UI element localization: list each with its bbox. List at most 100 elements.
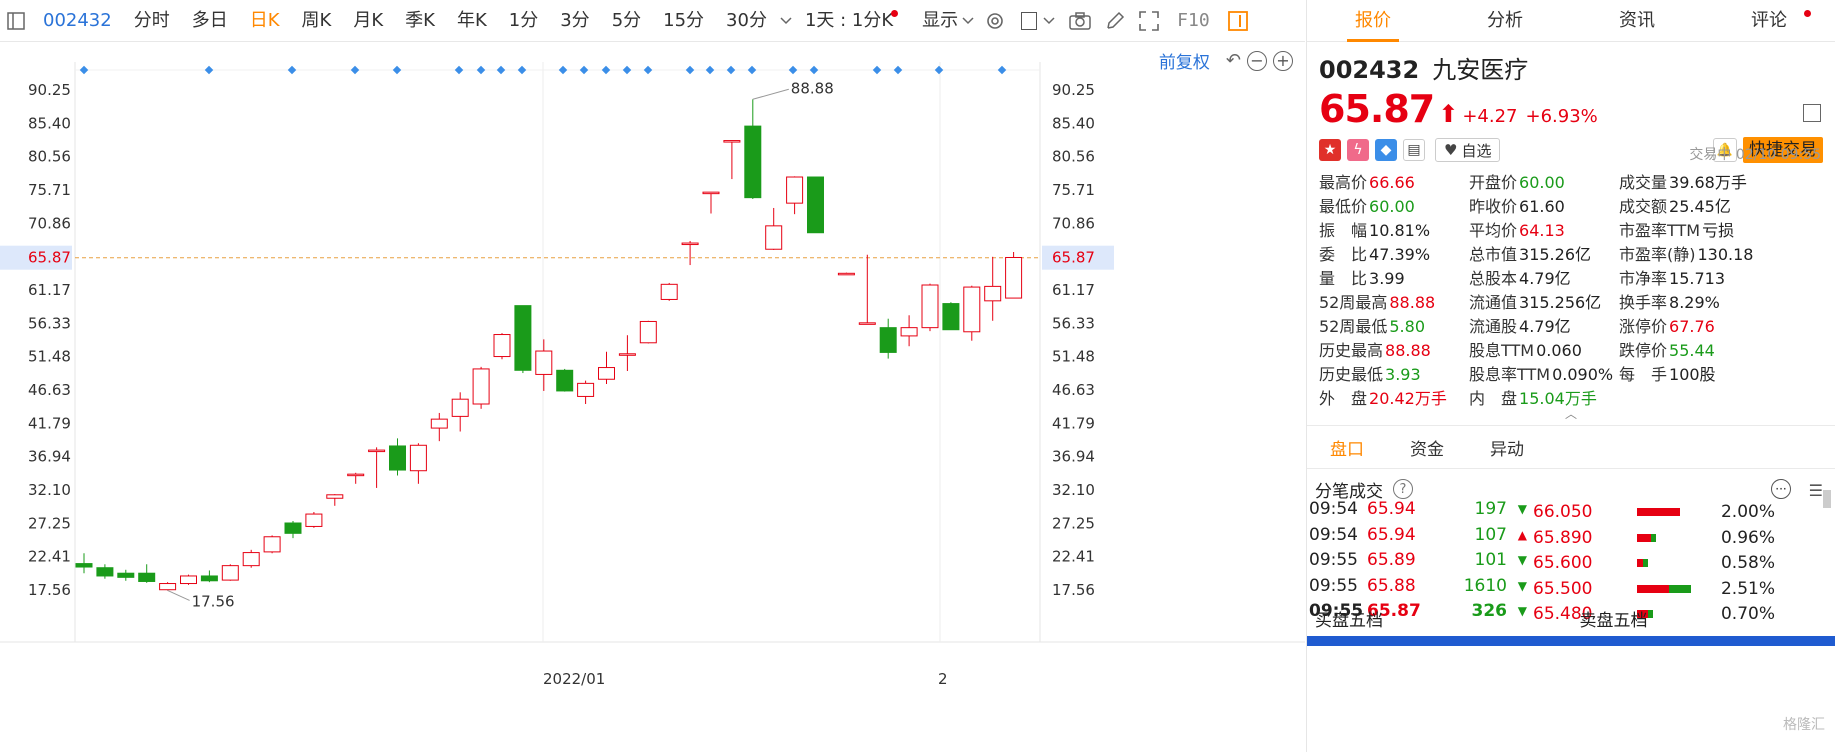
event-marker-icon (934, 65, 944, 75)
candle-body (96, 567, 114, 577)
order-bar-green (1643, 559, 1648, 567)
period-tab-1[interactable]: 多日 (181, 0, 239, 42)
quote-panel: 报价 分析 资讯 评论 002432 九安医疗 65.87 ⬆ +4.27 +6.93… (1306, 0, 1835, 752)
kline-svg[interactable]: 90.25 90.25 85.40 85.40 80.56 80.56 75.71 75.71… (0, 42, 1305, 752)
quote-cell: 内 盘 15.04万手 (1469, 389, 1619, 409)
period-tab-10[interactable]: 15分 (652, 0, 715, 42)
candle-body (744, 125, 762, 199)
kline-chart[interactable]: 90.25 90.25 85.40 85.40 80.56 80.56 75.71 75.71… (0, 42, 1305, 752)
zoom-in-icon[interactable]: + (1273, 50, 1293, 71)
stock-app: 002432 分时 多日 日K 周K 月K 季K 年K 1分 3分 5分 15分 30分 1天 : 1… (0, 0, 1835, 752)
period-tab-7[interactable]: 1分 (498, 0, 549, 42)
f10-button[interactable]: F10 (1166, 0, 1221, 42)
scrollbar[interactable] (1823, 490, 1831, 508)
tick-row: 09:54 65.94 197 ▼ (1307, 496, 1527, 522)
layout-icon[interactable] (1803, 104, 1821, 122)
period-tab-9[interactable]: 5分 (601, 0, 652, 42)
event-marker-icon (558, 65, 568, 75)
order-percent: 0.58% (1720, 553, 1775, 573)
quote-grid: 最高价 66.66 开盘价 60.00 成交量 39.68万手 最低价 60.00 昨收价 61.… (1307, 169, 1835, 409)
event-marker-icon (454, 65, 464, 75)
gear-icon[interactable] (978, 0, 1012, 42)
tick-direction-icon: ▼ (1517, 578, 1527, 593)
quote-value: 亏损 (1702, 221, 1735, 240)
pencil-icon[interactable] (1098, 0, 1132, 42)
event-marker-icon (893, 65, 903, 75)
quote-label: 市盈率TTM (1619, 221, 1701, 240)
order-row: 65.500 2.51% (1533, 576, 1833, 602)
y-tick-label-left: 41.79 (28, 414, 71, 432)
quote-value: 10.81% (1369, 221, 1431, 240)
quote-label: 昨收价 (1469, 197, 1518, 216)
candle-body (556, 369, 574, 392)
event-marker-icon (997, 65, 1007, 75)
up-arrow-icon: ⬆ (1438, 100, 1459, 128)
interval-combo[interactable]: 1天 : 1分K (794, 0, 911, 42)
period-tab-0[interactable]: 分时 (123, 0, 181, 42)
candle-body (786, 176, 804, 204)
panel-toggle-icon[interactable] (1221, 0, 1255, 42)
toolbar-stock-code[interactable]: 002432 (32, 0, 123, 42)
subtab-0[interactable]: 盘口 (1307, 435, 1387, 460)
subtab-2[interactable]: 异动 (1467, 435, 1547, 460)
candle-body (858, 322, 876, 325)
y-tick-label-right: 27.25 (1052, 514, 1095, 532)
period-list: 分时 多日 日K 周K 月K 季K 年K 1分 3分 5分 15分 30分 (123, 0, 778, 42)
y-tick-label-left: 85.40 (28, 114, 71, 132)
notice-dot (1804, 10, 1811, 17)
window-icon[interactable] (1012, 0, 1062, 42)
camera-icon[interactable] (1062, 0, 1098, 42)
sell-book-label[interactable]: 卖盘五档 (1572, 606, 1835, 636)
notice-dot (891, 9, 899, 17)
sidebar-toggle-icon[interactable] (0, 0, 32, 42)
candle-body (200, 575, 218, 582)
y-tick-label-right: 56.33 (1052, 314, 1095, 332)
tab-3[interactable]: 评论 (1703, 0, 1835, 41)
candle-body (879, 327, 897, 353)
add-watchlist-button[interactable]: ♥ 自选 (1435, 138, 1501, 162)
tab-0[interactable]: 报价 (1307, 0, 1439, 42)
chevron-down-icon[interactable] (962, 0, 978, 42)
quote-cell: 昨收价 61.60 (1469, 197, 1619, 217)
fullscreen-icon[interactable] (1132, 0, 1166, 42)
quote-label: 开盘价 (1469, 173, 1518, 192)
candle-body (723, 140, 741, 143)
price-adjust-button[interactable]: 前复权 (1159, 48, 1210, 73)
quote-value: 0.060 (1536, 341, 1582, 360)
collapse-chevron-icon[interactable]: ︿ (1307, 408, 1835, 420)
candle-body (837, 272, 855, 276)
quote-label: 成交量 (1619, 173, 1668, 192)
period-tab-5[interactable]: 季K (394, 0, 446, 42)
undo-icon[interactable]: ↶ (1226, 50, 1241, 71)
stock-code: 002432 (1319, 56, 1420, 84)
document-icon[interactable]: ▤ (1403, 139, 1425, 161)
subtab-1[interactable]: 资金 (1387, 435, 1467, 460)
y-tick-label-right: 75.71 (1052, 181, 1095, 199)
quote-value: 20.42万手 (1369, 389, 1447, 408)
display-menu[interactable]: 显示 (911, 0, 962, 42)
tag-icon[interactable]: ◆ (1375, 139, 1397, 161)
tab-1[interactable]: 分析 (1439, 0, 1571, 41)
last-price: 65.87 (1319, 87, 1435, 131)
quote-label: 股息率TTM (1469, 365, 1551, 384)
order-bar (1637, 508, 1691, 516)
lightning-icon[interactable]: ϟ (1347, 139, 1369, 161)
chevron-down-icon[interactable] (778, 0, 794, 42)
period-tab-3[interactable]: 周K (291, 0, 343, 42)
candle-body (368, 449, 386, 453)
y-tick-label-right: 85.40 (1052, 114, 1095, 132)
period-tab-2[interactable]: 日K (239, 0, 291, 42)
period-tab-11[interactable]: 30分 (715, 0, 778, 42)
quote-value: 60.00 (1519, 173, 1565, 192)
tab-2[interactable]: 资讯 (1571, 0, 1703, 41)
period-tab-4[interactable]: 月K (342, 0, 394, 42)
candle-body (221, 565, 239, 581)
period-tab-6[interactable]: 年K (446, 0, 498, 42)
buy-book-label[interactable]: 买盘五档 (1307, 606, 1572, 636)
zoom-out-icon[interactable]: − (1247, 50, 1267, 71)
stock-header: 002432 九安医疗 65.87 ⬆ +4.27 +6.93% 交易中 02/… (1307, 42, 1835, 163)
quote-value: 315.256亿 (1519, 293, 1602, 312)
y-tick-label-right: 70.86 (1052, 214, 1095, 232)
event-marker-icon (579, 65, 589, 75)
period-tab-8[interactable]: 3分 (549, 0, 600, 42)
